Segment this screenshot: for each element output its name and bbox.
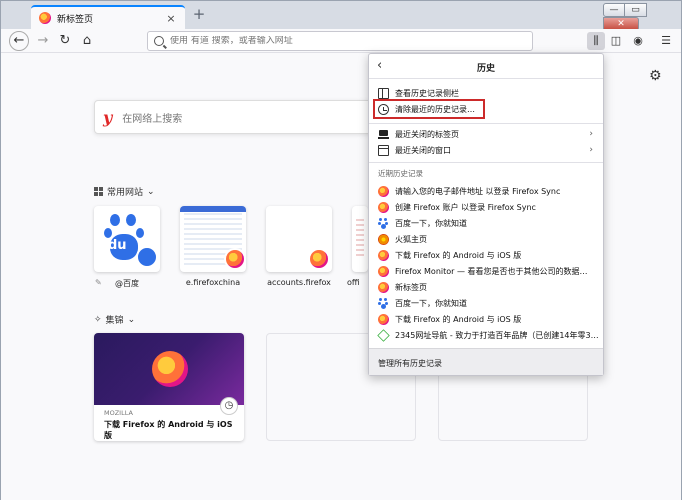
firefox-icon — [378, 281, 389, 293]
tile-label: @百度 — [115, 279, 139, 288]
browser-window: 新标签页 × + —▭✕ ← → ↻ ⌂ ⫼ ◫ ◉ ☰ ⚙ y 在网络上搜索 … — [0, 0, 682, 500]
baidu-icon — [378, 217, 389, 229]
site-thumbnail — [356, 216, 364, 256]
divider — [369, 162, 603, 163]
gear-icon[interactable]: ⚙ — [649, 68, 662, 84]
card-image — [94, 333, 244, 405]
sidebar-icon — [378, 87, 389, 99]
red-highlight-box — [373, 99, 485, 119]
menu-icon[interactable]: ☰ — [657, 32, 675, 50]
recently-closed-tabs[interactable]: 最近关闭的标签页 › — [369, 126, 603, 142]
recently-closed-windows[interactable]: 最近关闭的窗口 › — [369, 142, 603, 158]
card-title: 下载 Firefox 的 Android 与 iOS 版 — [104, 420, 233, 440]
history-item[interactable]: 百度一下，你就知道 — [369, 295, 603, 311]
firefox-icon — [378, 249, 389, 261]
window-icon — [378, 144, 389, 156]
top-site-official[interactable] — [352, 206, 368, 272]
highlights-heading[interactable]: ✧ 集锦 ⌄ — [94, 313, 136, 327]
firefox-icon — [224, 248, 246, 270]
top-site-baidu[interactable]: du — [94, 206, 160, 272]
tile-label: e.firefoxchina — [185, 278, 241, 287]
history-panel: ‹ 历史 查看历史记录侧栏 清除最近的历史记录… 最近关闭的标签页 › 最近关闭… — [368, 53, 604, 376]
highlights-icon: ✧ — [94, 314, 102, 325]
chevron-down-icon: ⌄ — [147, 186, 155, 197]
history-item[interactable]: 火狐主页 — [369, 231, 603, 247]
maximize-button[interactable]: ▭ — [625, 3, 647, 17]
thumbnail-header — [180, 206, 246, 212]
recent-history-label: 近期历史记录 — [378, 169, 423, 178]
baidu-icon — [378, 297, 389, 309]
divider — [369, 123, 603, 124]
grid-icon — [94, 187, 103, 196]
reload-button[interactable]: ↻ — [56, 32, 74, 50]
search-icon — [154, 36, 164, 46]
firefox-icon — [152, 351, 188, 387]
history-item[interactable]: 2345网址导航 - 致力于打造百年品牌（已创建14年零3… — [369, 327, 603, 343]
clock-icon: ◷ — [220, 397, 238, 415]
firefox-icon — [39, 12, 51, 24]
tab-close-icon[interactable]: × — [165, 12, 177, 25]
history-item[interactable]: 新标签页 — [369, 279, 603, 295]
chevron-right-icon: › — [589, 145, 593, 155]
history-item[interactable]: 下载 Firefox 的 Android 与 iOS 版 — [369, 311, 603, 327]
firefox-home-icon — [378, 233, 389, 245]
firefox-icon — [378, 265, 389, 277]
history-item[interactable]: 百度一下，你就知道 — [369, 215, 603, 231]
window-controls: — ▭✕ — [603, 3, 681, 31]
firefox-icon — [378, 201, 389, 213]
baidu-du-text: du — [108, 238, 127, 253]
tab-title: 新标签页 — [57, 14, 94, 25]
tile-label: offi — [347, 278, 360, 287]
url-input[interactable] — [170, 36, 510, 46]
nav-bar: ← → ↻ ⌂ ⫼ ◫ ◉ ☰ — [1, 29, 681, 53]
url-bar[interactable] — [147, 31, 533, 51]
laptop-icon — [378, 129, 389, 139]
history-item[interactable]: 下载 Firefox 的 Android 与 iOS 版 — [369, 247, 603, 263]
forward-button[interactable]: → — [34, 32, 52, 50]
top-site-firefoxchina[interactable] — [180, 206, 246, 272]
tab-new-tab[interactable]: 新标签页 × — [31, 5, 185, 29]
firefox-icon — [308, 248, 330, 270]
chevron-right-icon: › — [589, 129, 593, 139]
search-placeholder: 在网络上搜索 — [122, 113, 183, 125]
home-button[interactable]: ⌂ — [78, 32, 96, 50]
history-item[interactable]: 创建 Firefox 账户 以登录 Firefox Sync — [369, 199, 603, 215]
search-icon — [136, 246, 158, 268]
back-button[interactable]: ← — [9, 31, 29, 51]
panel-header: ‹ 历史 — [369, 54, 603, 79]
2345-icon — [377, 328, 390, 342]
tile-label: accounts.firefox — [267, 278, 331, 287]
library-icon[interactable]: ⫼ — [587, 32, 605, 50]
youdao-logo: y — [103, 107, 113, 127]
top-site-accounts-firefox[interactable] — [266, 206, 332, 272]
minimize-button[interactable]: — — [603, 3, 625, 17]
highlight-card[interactable]: ◷ MOZILLA 下载 Firefox 的 Android 与 iOS 版 — [94, 333, 244, 441]
new-tab-button[interactable]: + — [191, 7, 207, 23]
manage-history-button[interactable]: 管理所有历史记录 — [369, 348, 603, 375]
account-icon[interactable]: ◉ — [629, 32, 647, 50]
history-item[interactable]: Firefox Monitor — 看看您是否也于其他公司的数据… — [369, 263, 603, 279]
top-sites-heading[interactable]: 常用网站 ⌄ — [94, 185, 155, 198]
chevron-down-icon: ⌄ — [127, 314, 136, 325]
firefox-icon — [378, 185, 389, 197]
history-item[interactable]: 请输入您的电子邮件地址 以登录 Firefox Sync — [369, 183, 603, 199]
panel-title: 历史 — [476, 64, 495, 74]
tab-strip: 新标签页 × + — ▭✕ — [1, 1, 681, 31]
firefox-icon — [378, 313, 389, 325]
sidebar-toggle-icon[interactable]: ◫ — [607, 32, 625, 50]
